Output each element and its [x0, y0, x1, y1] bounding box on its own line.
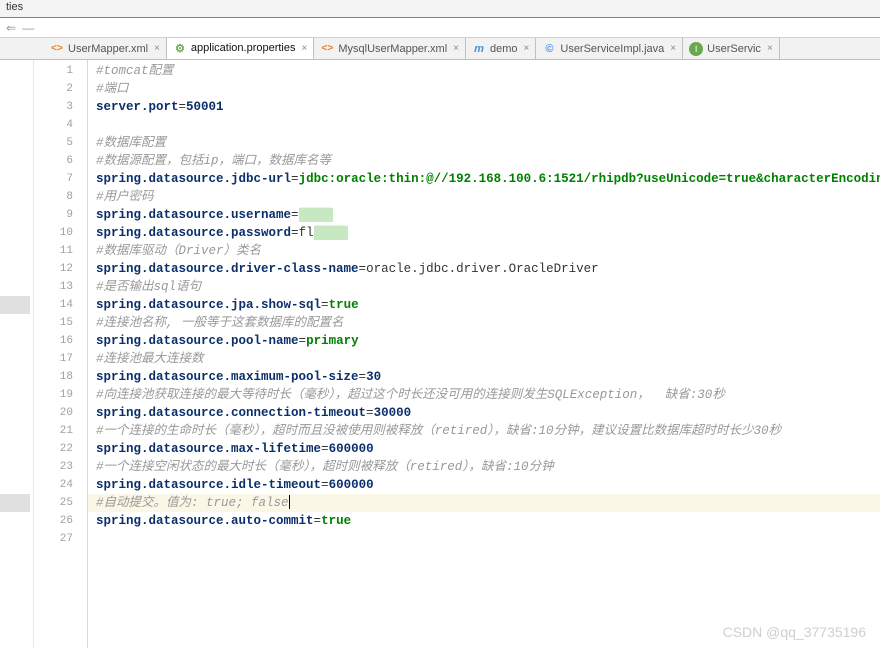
code-line[interactable]: #连接池最大连接数 — [88, 350, 880, 368]
editor-tabs: <> UserMapper.xml × ⚙ application.properties… — [0, 38, 880, 60]
xml-file-icon: <> — [320, 42, 334, 56]
code-line[interactable]: spring.datasource.driver-class-name=orac… — [88, 260, 880, 278]
code-line[interactable]: spring.datasource.idle-timeout=600000 — [88, 476, 880, 494]
code-line[interactable]: #自动提交。值为: true; false — [88, 494, 880, 512]
tab-label: application.properties — [191, 42, 296, 54]
redacted-value: ████ — [299, 208, 333, 222]
line-number: 5 — [34, 134, 87, 152]
line-number: 23 — [34, 458, 87, 476]
tab-demo[interactable]: mdemo × — [466, 38, 536, 59]
code-line[interactable]: spring.datasource.max-lifetime=600000 — [88, 440, 880, 458]
line-number: 7 — [34, 170, 87, 188]
line-number: 13 — [34, 278, 87, 296]
code-line[interactable]: #是否输出sql语句 — [88, 278, 880, 296]
tab-label: UserMapper.xml — [68, 43, 148, 55]
line-number: 15 — [34, 314, 87, 332]
gutter-marker — [0, 494, 30, 512]
close-icon[interactable]: × — [765, 43, 775, 54]
close-icon[interactable]: × — [152, 43, 162, 54]
code-line[interactable]: #连接池名称, 一般等于这套数据库的配置名 — [88, 314, 880, 332]
line-number: 19 — [34, 386, 87, 404]
line-number: 1 — [34, 62, 87, 80]
line-number: 6 — [34, 152, 87, 170]
line-number: 20 — [34, 404, 87, 422]
xml-file-icon: <> — [50, 42, 64, 56]
line-number: 17 — [34, 350, 87, 368]
line-number: 9 — [34, 206, 87, 224]
line-number: 12 — [34, 260, 87, 278]
line-number: 11 — [34, 242, 87, 260]
line-number: 27 — [34, 530, 87, 548]
code-line[interactable]: #用户密码 — [88, 188, 880, 206]
code-line[interactable]: spring.datasource.username=████ — [88, 206, 880, 224]
code-line[interactable]: #数据源配置，包括ip，端口，数据库名等 — [88, 152, 880, 170]
code-line[interactable] — [88, 116, 880, 134]
line-number: 22 — [34, 440, 87, 458]
code-line[interactable]: spring.datasource.connection-timeout=300… — [88, 404, 880, 422]
gutter-marker — [0, 296, 30, 314]
close-icon[interactable]: × — [451, 43, 461, 54]
tab-label: UserServic — [707, 43, 761, 55]
tab-userserviceimpl-java[interactable]: © UserServiceImpl.java × — [536, 38, 683, 59]
code-line[interactable]: server.port=50001 — [88, 98, 880, 116]
tab-userservice[interactable]: I UserServic × — [683, 38, 780, 59]
line-number: 25 — [34, 494, 87, 512]
code-line[interactable]: spring.datasource.jdbc-url=jdbc:oracle:t… — [88, 170, 880, 188]
close-icon[interactable]: × — [300, 43, 310, 54]
line-number: 21 — [34, 422, 87, 440]
tab-usermapper-xml[interactable]: <> UserMapper.xml × — [44, 38, 167, 59]
window-title: ties — [6, 1, 23, 13]
close-icon[interactable]: × — [668, 43, 678, 54]
line-number: 10 — [34, 224, 87, 242]
line-number: 3 — [34, 98, 87, 116]
dash-icon[interactable]: — — [22, 21, 34, 35]
line-number: 18 — [34, 368, 87, 386]
close-icon[interactable]: × — [522, 43, 532, 54]
code-line[interactable]: #端口 — [88, 80, 880, 98]
collapse-icon[interactable]: ⇐ — [6, 21, 16, 35]
code-line[interactable]: spring.datasource.pool-name=primary — [88, 332, 880, 350]
code-line[interactable]: #一个连接的生命时长（毫秒），超时而且没被使用则被释放（retired），缺省:… — [88, 422, 880, 440]
m-file-icon: m — [472, 42, 486, 56]
line-number: 2 — [34, 80, 87, 98]
tab-label: demo — [490, 43, 518, 55]
line-number-gutter: 1234567891011121314151617181920212223242… — [34, 60, 88, 648]
line-number: 16 — [34, 332, 87, 350]
breakpoint-gutter[interactable] — [0, 60, 34, 648]
i-file-icon: I — [689, 42, 703, 56]
code-line[interactable]: spring.datasource.auto-commit=true — [88, 512, 880, 530]
line-number: 4 — [34, 116, 87, 134]
code-line[interactable]: #数据库驱动（Driver）类名 — [88, 242, 880, 260]
tab-application-properties[interactable]: ⚙ application.properties × — [167, 38, 314, 60]
code-line[interactable] — [88, 530, 880, 548]
text-cursor — [289, 495, 290, 509]
code-line[interactable]: #向连接池获取连接的最大等待时长（毫秒），超过这个时长还没可用的连接则发生SQL… — [88, 386, 880, 404]
code-editor[interactable]: #tomcat配置#端口server.port=50001 #数据库配置#数据源配… — [88, 60, 880, 648]
prop-file-icon: ⚙ — [173, 41, 187, 55]
tab-label: UserServiceImpl.java — [560, 43, 664, 55]
java-file-icon: © — [542, 42, 556, 56]
line-number: 14 — [34, 296, 87, 314]
code-line[interactable]: spring.datasource.maximum-pool-size=30 — [88, 368, 880, 386]
code-line[interactable]: #tomcat配置 — [88, 62, 880, 80]
editor-area: 1234567891011121314151617181920212223242… — [0, 60, 880, 648]
code-line[interactable]: #数据库配置 — [88, 134, 880, 152]
code-line[interactable]: spring.datasource.jpa.show-sql=true — [88, 296, 880, 314]
redacted-value: ████ — [314, 226, 348, 240]
tab-mysqlusermapper-xml[interactable]: <> MysqlUserMapper.xml × — [314, 38, 466, 59]
line-number: 26 — [34, 512, 87, 530]
window-title-bar: ties — [0, 0, 880, 18]
tab-label: MysqlUserMapper.xml — [338, 43, 447, 55]
code-line[interactable]: #一个连接空闲状态的最大时长（毫秒），超时则被释放（retired），缺省:10… — [88, 458, 880, 476]
line-number: 24 — [34, 476, 87, 494]
toolbar-strip: ⇐ — — [0, 18, 880, 38]
line-number: 8 — [34, 188, 87, 206]
code-line[interactable]: spring.datasource.password=fl████ — [88, 224, 880, 242]
